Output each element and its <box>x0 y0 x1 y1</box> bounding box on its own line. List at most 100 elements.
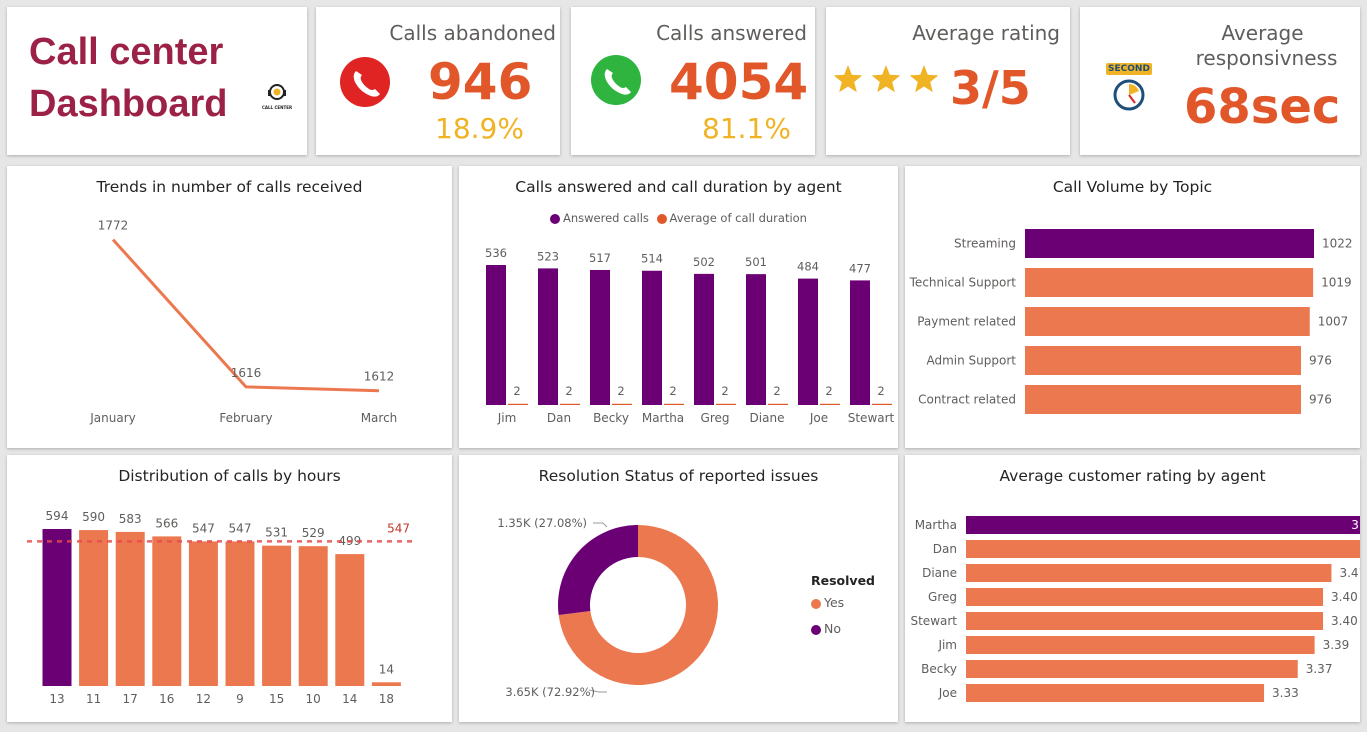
x-tick-label: Dan <box>547 411 571 425</box>
data-label: 583 <box>119 512 142 526</box>
bar-answered <box>486 265 506 405</box>
line-chart: 1772 January 1616 February 1612 March <box>89 219 398 425</box>
data-label: 3.40 <box>1331 614 1358 628</box>
chart-trends: Trends in number of calls received 1772 J… <box>7 166 452 448</box>
reference-label: 547 <box>387 521 410 535</box>
x-tick-label: 17 <box>123 692 138 706</box>
data-label: 536 <box>485 246 507 260</box>
bar <box>115 531 145 686</box>
dashboard-title-line2: Dashboard <box>29 83 228 125</box>
stopwatch-icon: SECOND <box>1106 63 1152 113</box>
data-label: 1007 <box>1318 315 1349 329</box>
chart-agents: Calls answered and call duration by agen… <box>459 166 898 448</box>
bar <box>1025 268 1314 297</box>
data-label: 590 <box>82 510 105 524</box>
donut-chart: 3.65K (72.92%) 1.35K (27.08%) <box>497 516 718 699</box>
x-tick-label: 11 <box>86 692 101 706</box>
chart-rating: Average customer rating by agent Martha 3… <box>905 455 1360 722</box>
kpi-value: 4054 <box>669 53 809 111</box>
donut-slice <box>557 525 638 616</box>
bar <box>262 545 292 686</box>
data-label: 484 <box>797 260 819 274</box>
bar-answered <box>850 280 870 405</box>
x-tick-label: 16 <box>159 692 174 706</box>
bar <box>1025 307 1310 336</box>
data-label: 502 <box>693 255 715 269</box>
data-label: 3.39 <box>1323 638 1350 652</box>
x-tick-label: 13 <box>49 692 64 706</box>
data-label: 3.47 <box>1351 518 1360 532</box>
kpi-average-responsiveness: Average responsivness SECOND 68sec <box>1080 7 1360 155</box>
kpi-percent: 81.1% <box>702 112 791 145</box>
bar-duration <box>820 403 840 405</box>
bar <box>966 540 1360 558</box>
star-rating <box>832 62 942 102</box>
data-label: 477 <box>849 261 871 275</box>
bar <box>966 516 1360 534</box>
legend-item-no[interactable]: No <box>811 621 841 636</box>
x-tick-label: Jim <box>497 411 517 425</box>
data-label: 2 <box>825 384 832 398</box>
bar <box>298 546 328 686</box>
kpi-label: Calls abandoned <box>389 21 556 45</box>
y-tick-label: Contract related <box>918 393 1016 407</box>
leader-line <box>593 522 608 528</box>
x-tick-label: 14 <box>342 692 357 706</box>
bar <box>966 636 1315 654</box>
legend-item-yes[interactable]: Yes <box>811 595 844 610</box>
bar-chart: 5941359011583175661654712547953115529104… <box>27 509 415 706</box>
bar-duration <box>768 403 788 405</box>
phone-red-icon <box>340 57 390 107</box>
data-label: 1019 <box>1321 276 1352 290</box>
data-label: 14 <box>379 662 394 676</box>
bar-duration <box>872 403 892 405</box>
y-tick-label: Martha <box>915 518 957 532</box>
x-tick-label: March <box>361 411 398 425</box>
bar <box>1025 229 1314 258</box>
kpi-value: 68sec <box>1184 79 1341 135</box>
title-card: Call center Dashboard CALL CENTER <box>7 7 307 155</box>
data-label: 547 <box>192 521 215 535</box>
bar-answered <box>798 278 818 405</box>
bar <box>152 536 182 686</box>
data-label: 1616 <box>231 366 262 380</box>
x-tick-label: 9 <box>236 692 244 706</box>
data-label: 2 <box>721 384 728 398</box>
bar <box>966 660 1298 678</box>
kpi-value: 946 <box>428 53 533 111</box>
data-label: 3.41 <box>1339 566 1360 580</box>
bar-duration <box>664 403 684 405</box>
chart-resolution: Resolution Status of reported issues 3.6… <box>459 455 898 722</box>
data-label: 501 <box>745 255 767 269</box>
bar <box>188 541 218 686</box>
bar <box>225 541 255 686</box>
x-tick-label: February <box>219 411 272 425</box>
bar <box>79 530 109 686</box>
data-label: 3.33 <box>1272 686 1299 700</box>
data-label: 1612 <box>364 370 395 384</box>
x-tick-label: 18 <box>379 692 394 706</box>
kpi-value: 3/5 <box>950 61 1031 115</box>
bar-duration <box>716 403 736 405</box>
chart-topics: Call Volume by Topic Streaming 1022 Techni… <box>905 166 1360 448</box>
data-label: 523 <box>537 249 559 263</box>
dashboard-title-line1: Call center <box>29 31 224 73</box>
data-label: 2 <box>565 384 572 398</box>
kpi-label: Average rating <box>912 21 1060 45</box>
y-tick-label: Admin Support <box>927 354 1017 368</box>
data-label: 2 <box>669 384 676 398</box>
bar <box>1025 346 1301 375</box>
y-tick-label: Payment related <box>917 315 1016 329</box>
x-tick-label: Joe <box>809 411 828 425</box>
kpi-label-line1: Average <box>1221 21 1304 45</box>
data-label: 2 <box>617 384 624 398</box>
hbar-chart: Streaming 1022 Technical Support 1019 Paymen… <box>909 229 1353 414</box>
data-label: 976 <box>1309 354 1332 368</box>
hbar-chart: Martha3.47Dan3.45Diane3.41Greg3.40Stewar… <box>910 516 1360 702</box>
logo-text: CALL CENTER <box>261 105 293 110</box>
data-label: 531 <box>265 526 288 540</box>
star-icon <box>909 65 939 93</box>
kpi-label-line2: responsivness <box>1195 46 1338 70</box>
bar <box>966 612 1324 630</box>
bar-answered <box>642 270 662 405</box>
